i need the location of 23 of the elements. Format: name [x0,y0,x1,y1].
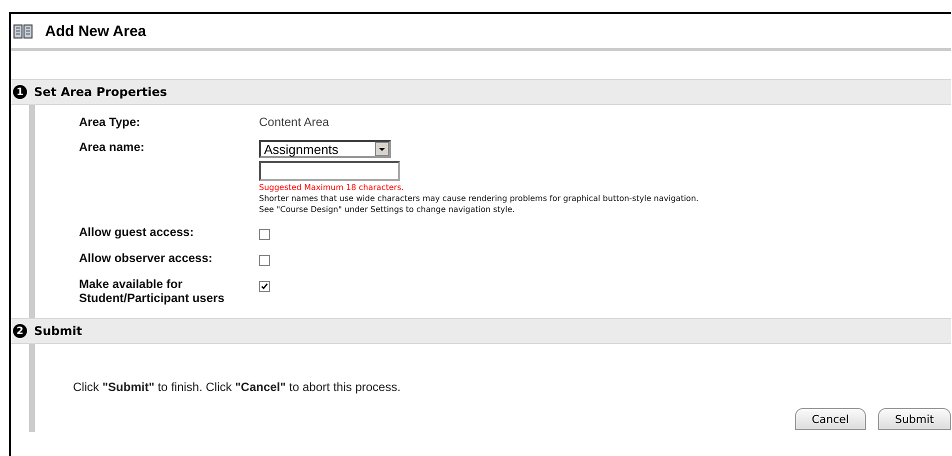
page-title: Add New Area [45,22,146,40]
area-name-field[interactable] [259,161,400,181]
book-icon [13,23,33,39]
field-label: Allow guest access: [79,225,195,240]
field-label: Make available for Student/Participant users [79,277,226,305]
field-label: Allow observer access: [79,251,214,266]
area-name-dropdown[interactable]: Assignments [259,140,391,158]
help-text: Shorter names that use wide characters may cause rendering problems for graphical button-style navigation. [259,194,699,203]
step-title: Set Area Properties [34,85,168,99]
cancel-button[interactable]: Cancel [794,408,866,430]
checkbox[interactable] [259,229,270,240]
checkbox[interactable] [259,281,270,292]
step-number: 2 [13,324,27,338]
help-text: See "Course Design" under Settings to change navigation style. [259,205,515,214]
instruction-text: Click "Submit" to finish. Click "Cancel" to abort this process. [73,380,402,394]
field-label: Area name: [79,140,146,156]
step-title: Submit [34,324,82,338]
field-label: Area Type: [79,115,142,129]
field-value: Content Area [259,115,330,129]
step-number: 1 [13,85,27,99]
warning-text: Suggested Maximum 18 characters. [259,183,404,192]
checkbox[interactable] [259,255,270,266]
submit-button[interactable]: Submit [878,408,951,430]
